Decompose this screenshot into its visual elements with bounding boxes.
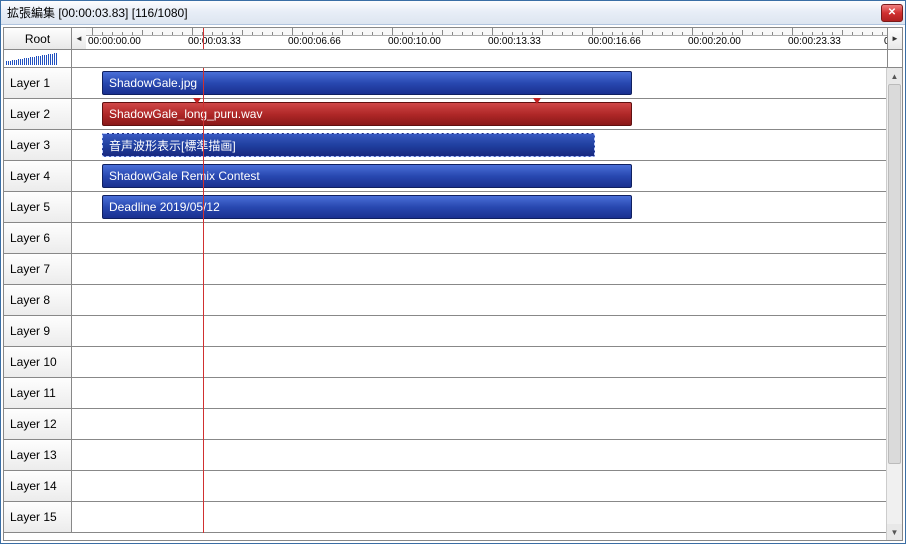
layer-row: Layer 5 Deadline 2019/05/12 [4,192,902,223]
vertical-scrollbar[interactable]: ▲ ▼ [886,68,902,540]
layer-row: Layer 13 [4,440,902,471]
root-button[interactable]: Root [4,28,72,49]
scroll-thumb[interactable] [888,84,901,464]
zoom-spacer [72,50,888,68]
zoom-indicator[interactable] [4,50,72,68]
ruler-label: 00:00:13.33 [488,36,541,47]
layer-label[interactable]: Layer 8 [4,285,72,315]
scroll-down-button[interactable]: ▼ [887,524,902,540]
layer-label[interactable]: Layer 5 [4,192,72,222]
zoom-row [4,50,902,68]
scroll-up-button[interactable]: ▲ [887,68,902,84]
ruler-label: 00:00:03.33 [188,36,241,47]
titlebar[interactable]: 拡張編集 [00:00:03.83] [116/1080] ✕ [1,1,905,25]
track-area[interactable]: ShadowGale.jpg [72,68,902,98]
track-area[interactable] [72,378,902,408]
layer-label[interactable]: Layer 11 [4,378,72,408]
track-area[interactable] [72,223,902,253]
ruler-scroll-left[interactable]: ◄ [72,28,86,49]
timeline-clip[interactable]: ShadowGale.jpg [102,71,632,95]
track-area[interactable] [72,471,902,501]
layer-label[interactable]: Layer 7 [4,254,72,284]
clip-marker-icon[interactable] [533,98,541,104]
layer-row: Layer 1 ShadowGale.jpg [4,68,902,99]
tracks-viewport[interactable]: Layer 1 ShadowGale.jpg Layer 2 ShadowGale_l… [4,68,902,540]
layer-row: Layer 15 [4,502,902,533]
layer-row: Layer 8 [4,285,902,316]
ruler-label: 00:00:00.00 [88,36,141,47]
layer-label[interactable]: Layer 6 [4,223,72,253]
window-title: 拡張編集 [00:00:03.83] [116/1080] [7,4,881,21]
layer-label[interactable]: Layer 14 [4,471,72,501]
ruler-scroll-right[interactable]: ► [888,28,902,49]
layer-row: Layer 2 ShadowGale_long_puru.wav [4,99,902,130]
track-area[interactable] [72,502,902,532]
ruler-label: 0 [884,36,888,47]
ruler-label: 00:00:16.66 [588,36,641,47]
track-area[interactable] [72,254,902,284]
layer-label[interactable]: Layer 1 [4,68,72,98]
layer-label[interactable]: Layer 4 [4,161,72,191]
track-area[interactable] [72,285,902,315]
layer-label[interactable]: Layer 13 [4,440,72,470]
track-area[interactable]: ShadowGale_long_puru.wav [72,99,902,129]
timeline-clip[interactable]: 音声波形表示[標準描画] [102,133,595,157]
layer-row: Layer 9 [4,316,902,347]
ruler-label: 00:00:10.00 [388,36,441,47]
layer-row: Layer 11 [4,378,902,409]
layer-label[interactable]: Layer 3 [4,130,72,160]
ruler-label: 00:00:06.66 [288,36,341,47]
ruler-label: 00:00:20.00 [688,36,741,47]
layer-row: Layer 14 [4,471,902,502]
layer-label[interactable]: Layer 15 [4,502,72,532]
layer-label[interactable]: Layer 12 [4,409,72,439]
track-area[interactable] [72,316,902,346]
layer-row: Layer 12 [4,409,902,440]
layer-label[interactable]: Layer 10 [4,347,72,377]
layer-row: Layer 6 [4,223,902,254]
zoom-spacer-right [888,50,902,68]
track-area[interactable] [72,409,902,439]
time-ruler[interactable]: 00:00:00.00 00:00:03.33 00:00:06.66 00:00:1… [86,28,888,49]
playhead-marker [203,28,204,49]
track-area[interactable]: 音声波形表示[標準描画] [72,130,902,160]
layer-row: Layer 4 ShadowGale Remix Contest [4,161,902,192]
close-button[interactable]: ✕ [881,4,903,22]
timeline-clip[interactable]: Deadline 2019/05/12 [102,195,632,219]
track-area[interactable] [72,440,902,470]
layer-label[interactable]: Layer 2 [4,99,72,129]
timeline-window: 拡張編集 [00:00:03.83] [116/1080] ✕ Root ◄ 0… [0,0,906,544]
header-row: Root ◄ 00:00:00.00 00:00:03.33 00:00:06.66… [4,28,902,50]
content: Root ◄ 00:00:00.00 00:00:03.33 00:00:06.66… [3,27,903,541]
timeline-clip[interactable]: ShadowGale_long_puru.wav [102,102,632,126]
track-area[interactable]: ShadowGale Remix Contest [72,161,902,191]
track-area[interactable] [72,347,902,377]
layer-row: Layer 3 音声波形表示[標準描画] [4,130,902,161]
clip-marker-icon[interactable] [193,98,201,104]
track-area[interactable]: Deadline 2019/05/12 [72,192,902,222]
layer-label[interactable]: Layer 9 [4,316,72,346]
layer-row: Layer 10 [4,347,902,378]
ruler-label: 00:00:23.33 [788,36,841,47]
timeline-clip[interactable]: ShadowGale Remix Contest [102,164,632,188]
layer-row: Layer 7 [4,254,902,285]
